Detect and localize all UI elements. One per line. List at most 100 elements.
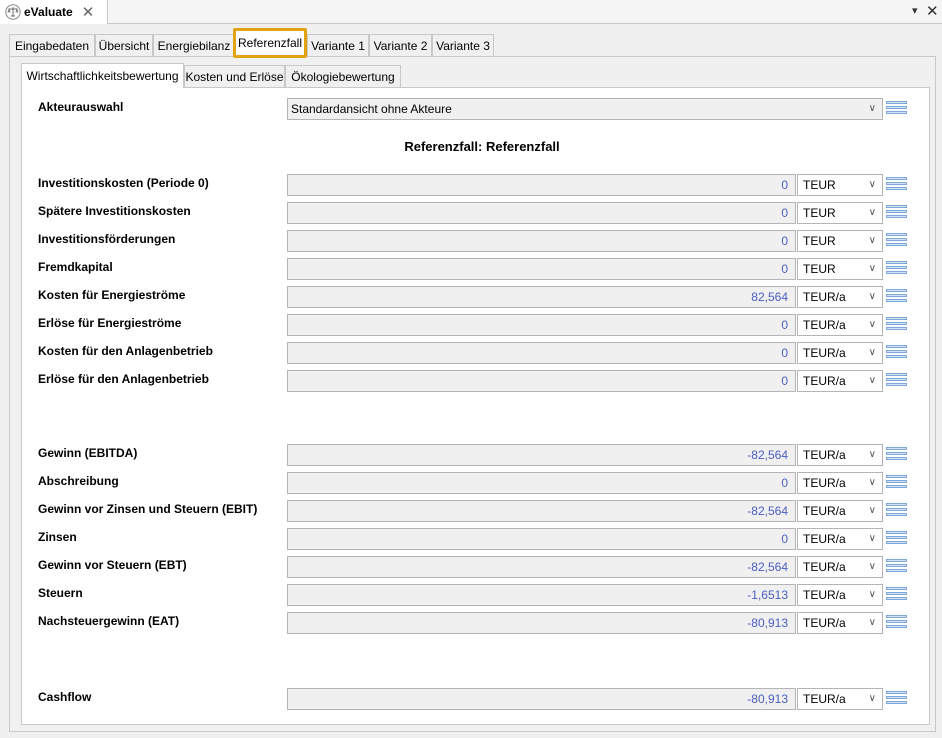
unit-select[interactable]: TEUR ∨ xyxy=(797,230,883,252)
unit-select[interactable]: TEUR ∨ xyxy=(797,202,883,224)
list-menu-icon[interactable] xyxy=(886,177,907,193)
chevron-down-icon: ∨ xyxy=(868,561,876,572)
list-menu-icon[interactable] xyxy=(886,317,907,333)
row-label: Kosten für den Anlagenbetrieb xyxy=(38,344,213,358)
tab-energiebilanz[interactable]: Energiebilanz xyxy=(153,34,235,56)
unit-select-value: TEUR/a xyxy=(803,318,846,332)
tab-uebersicht[interactable]: Übersicht xyxy=(95,34,153,56)
tab-referenzfall[interactable]: Referenzfall xyxy=(233,28,307,58)
row-value-field: -80,913 xyxy=(287,612,796,634)
list-menu-icon[interactable] xyxy=(886,261,907,277)
unit-select[interactable]: TEUR/a ∨ xyxy=(797,370,883,392)
unit-select[interactable]: TEUR/a ∨ xyxy=(797,472,883,494)
unit-select-value: TEUR/a xyxy=(803,346,846,360)
tab-wirtschaftlichkeitsbewertung[interactable]: Wirtschaftlichkeitsbewertung xyxy=(21,63,184,88)
chevron-down-icon: ∨ xyxy=(868,347,876,358)
list-menu-icon[interactable] xyxy=(886,289,907,305)
chevron-down-icon: ∨ xyxy=(868,477,876,488)
unit-select[interactable]: TEUR/a ∨ xyxy=(797,584,883,606)
tab-variante-2[interactable]: Variante 2 xyxy=(369,34,432,56)
chevron-down-icon: ∨ xyxy=(868,179,876,190)
list-menu-icon[interactable] xyxy=(886,559,907,575)
unit-select[interactable]: TEUR/a ∨ xyxy=(797,286,883,308)
row-label: Nachsteuergewinn (EAT) xyxy=(38,614,180,628)
tab-kosten-und-erloese[interactable]: Kosten und Erlöse xyxy=(184,65,285,87)
unit-select[interactable]: TEUR/a ∨ xyxy=(797,314,883,336)
chevron-down-icon: ∨ xyxy=(868,207,876,218)
list-menu-icon[interactable] xyxy=(886,447,907,463)
tab-variante-3[interactable]: Variante 3 xyxy=(432,34,494,56)
row-value-field: -82,564 xyxy=(287,500,796,522)
view-menu-icon[interactable]: ▾ xyxy=(912,4,918,17)
list-menu-icon[interactable] xyxy=(886,615,907,631)
list-menu-icon[interactable] xyxy=(886,101,907,117)
row-label: Gewinn vor Zinsen und Steuern (EBIT) xyxy=(38,502,258,516)
unit-select[interactable]: TEUR ∨ xyxy=(797,258,883,280)
unit-select-value: TEUR/a xyxy=(803,504,846,518)
row-value-field: 0 xyxy=(287,528,796,550)
unit-select[interactable]: TEUR/a ∨ xyxy=(797,528,883,550)
window-close-icon[interactable]: ✕ xyxy=(926,2,939,20)
chevron-down-icon: ∨ xyxy=(868,103,876,114)
tab-eingabedaten[interactable]: Eingabedaten xyxy=(9,34,95,56)
balance-scale-icon xyxy=(5,4,21,20)
chevron-down-icon: ∨ xyxy=(868,235,876,246)
chevron-down-icon: ∨ xyxy=(868,693,876,704)
actor-label: Akteurauswahl xyxy=(38,100,124,114)
unit-select[interactable]: TEUR/a ∨ xyxy=(797,556,883,578)
row-value-field: -1,6513 xyxy=(287,584,796,606)
unit-select[interactable]: TEUR/a ∨ xyxy=(797,342,883,364)
unit-select[interactable]: TEUR ∨ xyxy=(797,174,883,196)
row-label: Cashflow xyxy=(38,690,92,704)
chevron-down-icon: ∨ xyxy=(868,375,876,386)
actor-select[interactable]: Standardansicht ohne Akteure ∨ xyxy=(287,98,883,120)
tab-oekologiebewertung[interactable]: Ökologiebewertung xyxy=(285,65,401,87)
row-label: Spätere Investitionskosten xyxy=(38,204,191,218)
row-label: Abschreibung xyxy=(38,474,119,488)
unit-select-value: TEUR/a xyxy=(803,588,846,602)
list-menu-icon[interactable] xyxy=(886,233,907,249)
row-label: Erlöse für Energieströme xyxy=(38,316,182,330)
list-menu-icon[interactable] xyxy=(886,503,907,519)
list-menu-icon[interactable] xyxy=(886,373,907,389)
row-value-field: -80,913 xyxy=(287,688,796,710)
chevron-down-icon: ∨ xyxy=(868,617,876,628)
unit-select-value: TEUR/a xyxy=(803,448,846,462)
list-menu-icon[interactable] xyxy=(886,205,907,221)
unit-select-value: TEUR xyxy=(803,234,836,248)
chevron-down-icon: ∨ xyxy=(868,505,876,516)
unit-select-value: TEUR/a xyxy=(803,692,846,706)
unit-select[interactable]: TEUR/a ∨ xyxy=(797,612,883,634)
unit-select[interactable]: TEUR/a ∨ xyxy=(797,500,883,522)
close-tab-icon[interactable]: ✕ xyxy=(82,5,95,20)
row-label: Gewinn vor Steuern (EBT) xyxy=(38,558,187,572)
tab-variante-1[interactable]: Variante 1 xyxy=(307,34,369,56)
row-value-field: -82,564 xyxy=(287,444,796,466)
actor-select-value: Standardansicht ohne Akteure xyxy=(291,102,452,116)
unit-select-value: TEUR xyxy=(803,262,836,276)
list-menu-icon[interactable] xyxy=(886,345,907,361)
row-label: Steuern xyxy=(38,586,83,600)
list-menu-icon[interactable] xyxy=(886,531,907,547)
title-bar: eValuate ✕ ▾ ✕ xyxy=(0,0,942,24)
list-menu-icon[interactable] xyxy=(886,475,907,491)
row-value-field: 0 xyxy=(287,342,796,364)
chevron-down-icon: ∨ xyxy=(868,589,876,600)
app-tab[interactable]: eValuate ✕ xyxy=(0,0,108,24)
row-value-field: 0 xyxy=(287,230,796,252)
chevron-down-icon: ∨ xyxy=(868,449,876,460)
row-label: Kosten für Energieströme xyxy=(38,288,186,302)
row-label: Investitionsförderungen xyxy=(38,232,176,246)
unit-select[interactable]: TEUR/a ∨ xyxy=(797,688,883,710)
list-menu-icon[interactable] xyxy=(886,691,907,707)
unit-select-value: TEUR xyxy=(803,206,836,220)
unit-select-value: TEUR/a xyxy=(803,476,846,490)
chevron-down-icon: ∨ xyxy=(868,291,876,302)
unit-select[interactable]: TEUR/a ∨ xyxy=(797,444,883,466)
chevron-down-icon: ∨ xyxy=(868,263,876,274)
row-value-field: 0 xyxy=(287,370,796,392)
case-heading: Referenzfall: Referenzfall xyxy=(404,139,560,154)
chevron-down-icon: ∨ xyxy=(868,533,876,544)
list-menu-icon[interactable] xyxy=(886,587,907,603)
unit-select-value: TEUR/a xyxy=(803,290,846,304)
